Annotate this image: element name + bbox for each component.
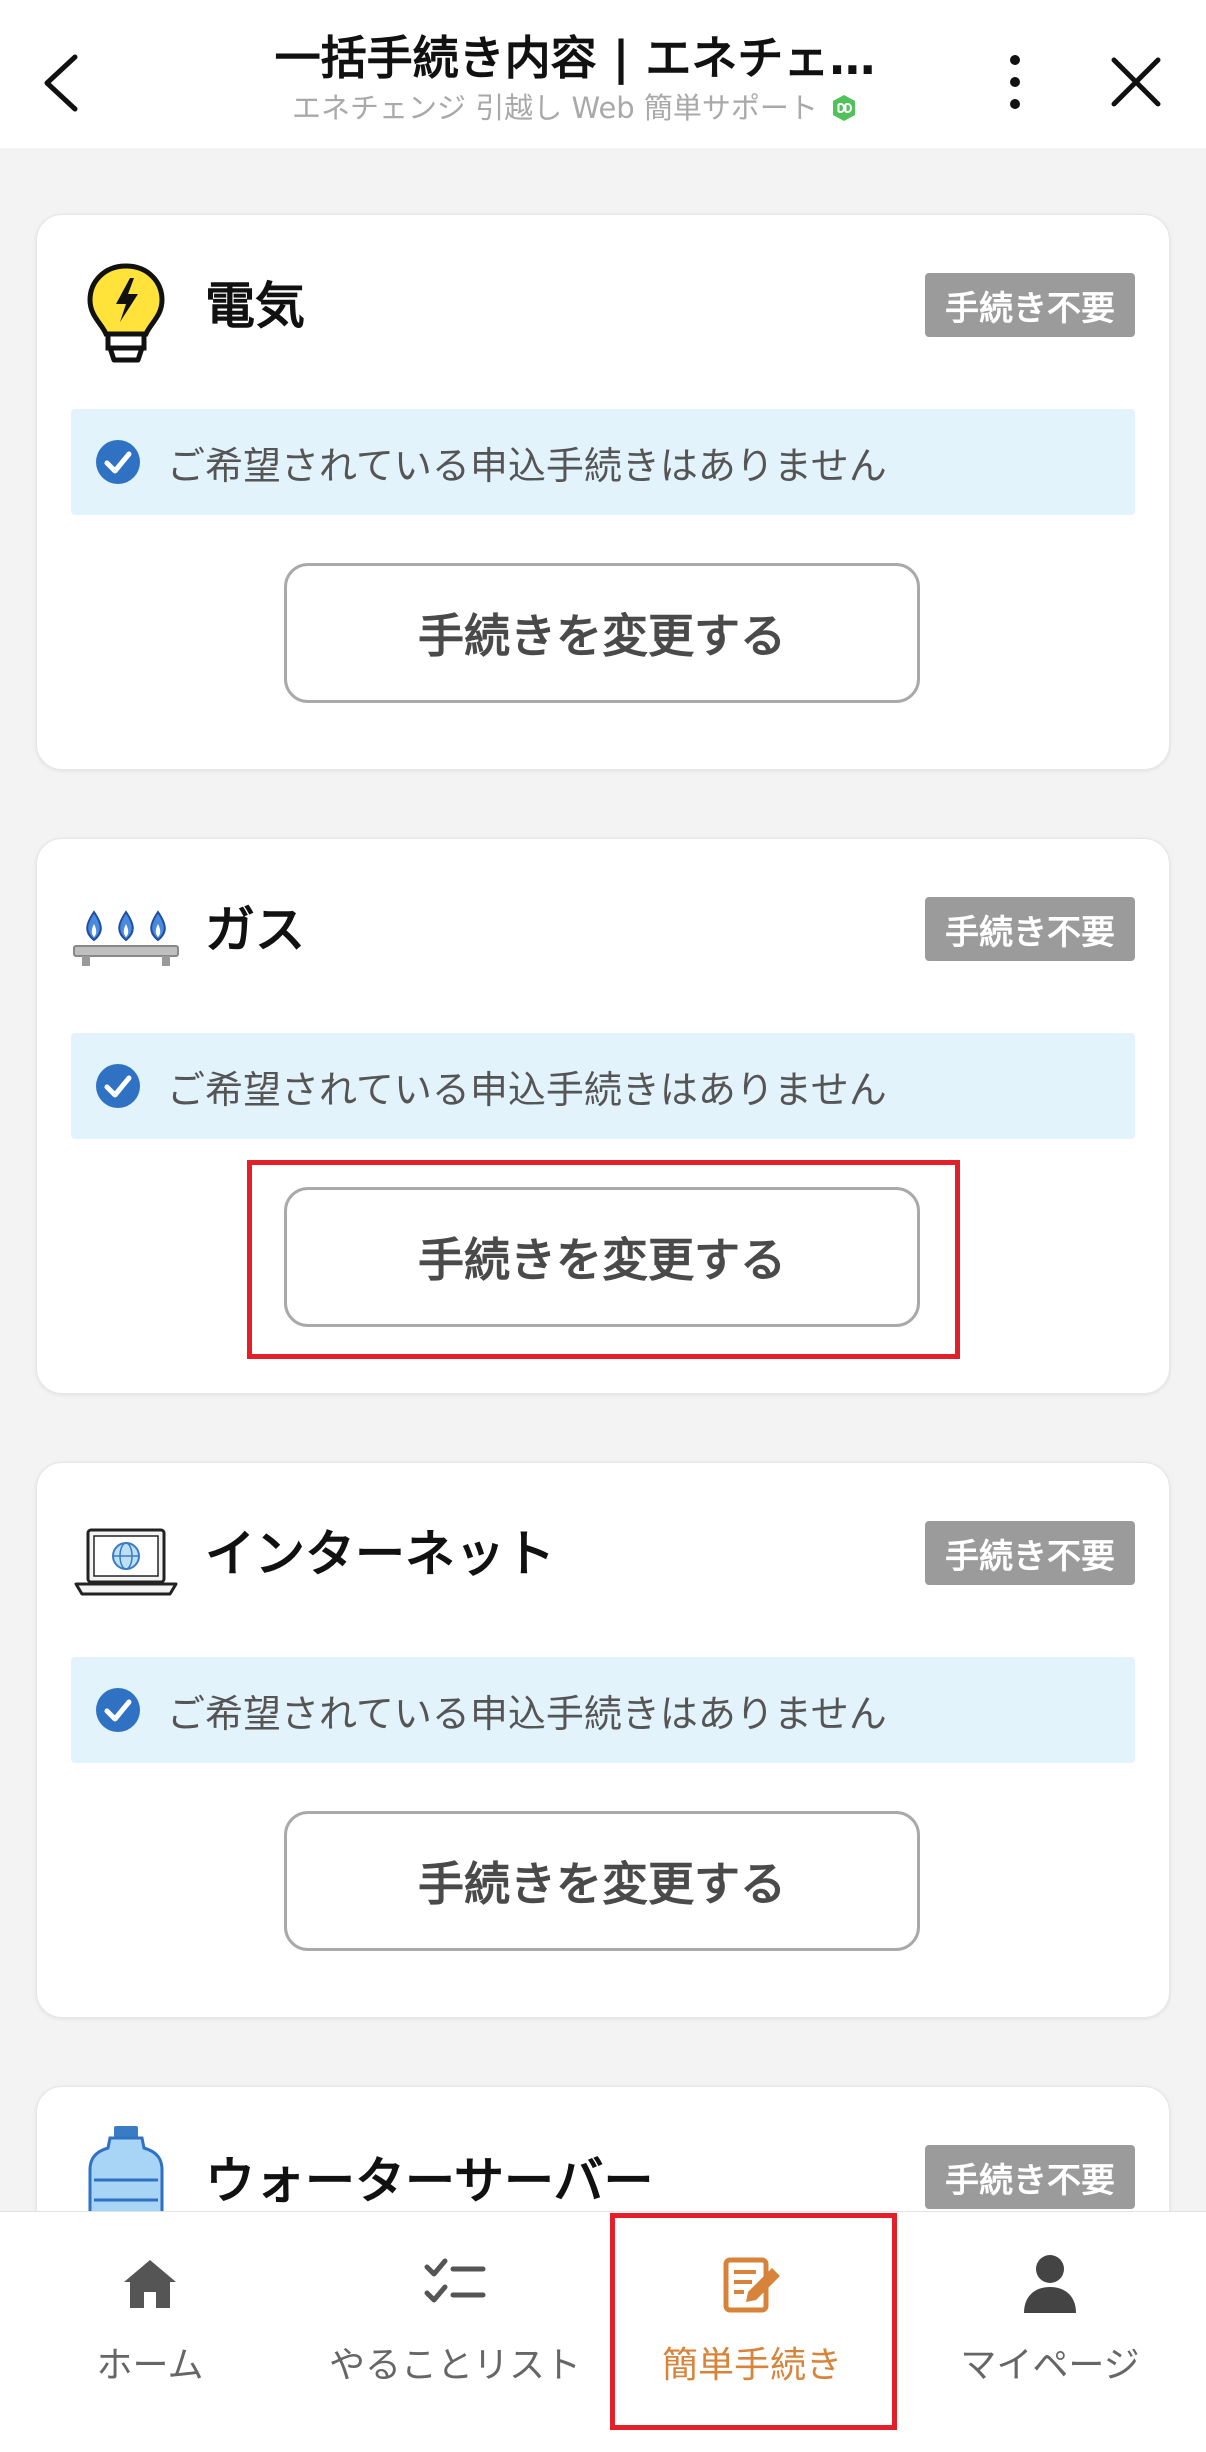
change-procedure-button[interactable]: 手続きを変更する xyxy=(284,1187,920,1327)
subtitle-text: エネチェンジ 引越し Web 簡単サポート xyxy=(292,91,818,125)
status-badge: 手続き不要 xyxy=(925,2145,1135,2209)
card-title: ガス xyxy=(205,901,305,959)
close-icon xyxy=(1111,57,1161,107)
check-circle-icon xyxy=(96,440,140,484)
check-circle-icon xyxy=(96,1064,140,1108)
back-button[interactable] xyxy=(26,38,96,128)
edit-document-icon xyxy=(720,2252,784,2316)
status-badge: 手続き不要 xyxy=(925,1521,1135,1585)
card-title: ウォーターサーバー xyxy=(205,2152,654,2210)
notice-text: ご希望されている申込手続きはありません xyxy=(167,1067,887,1112)
notice-box: ご希望されている申込手続きはありません xyxy=(71,1657,1135,1763)
procedure-card-gas: ガス 手続き不要 ご希望されている申込手続きはありません 手続きを変更する xyxy=(36,838,1170,1394)
page-title: 一括手続き内容 | エネチェ… xyxy=(274,31,876,85)
nav-label: やることリスト xyxy=(328,2345,581,2386)
person-icon xyxy=(1018,2252,1082,2316)
chevron-left-icon xyxy=(44,54,78,112)
more-options-button[interactable] xyxy=(980,44,1050,120)
checklist-icon xyxy=(423,2252,487,2316)
change-procedure-button[interactable]: 手続きを変更する xyxy=(284,1811,920,1951)
nav-item-my-page[interactable]: マイページ xyxy=(935,2212,1165,2432)
home-icon xyxy=(118,2252,182,2316)
laptop-icon xyxy=(71,1507,181,1617)
nav-label: ホーム xyxy=(96,2345,204,2386)
close-button[interactable] xyxy=(1098,44,1174,120)
procedure-card-internet: インターネット 手続き不要 ご希望されている申込手続きはありません 手続きを変更… xyxy=(36,1462,1170,2018)
bottom-navigation: ホーム やることリスト 簡単手続き マイページ xyxy=(0,2211,1206,2452)
page-subtitle: エネチェンジ 引越し Web 簡単サポート xyxy=(150,90,1000,126)
verified-badge-icon xyxy=(832,95,855,121)
change-procedure-button[interactable]: 手続きを変更する xyxy=(284,563,920,703)
status-badge: 手続き不要 xyxy=(925,273,1135,337)
card-title: 電気 xyxy=(205,277,305,335)
nav-item-home[interactable]: ホーム xyxy=(50,2212,250,2432)
gas-stove-icon xyxy=(71,883,181,993)
nav-item-easy-procedure[interactable]: 簡単手続き xyxy=(642,2212,862,2432)
app-header: 一括手続き内容 | エネチェ… エネチェンジ 引越し Web 簡単サポート xyxy=(0,0,1206,148)
notice-text: ご希望されている申込手続きはありません xyxy=(167,443,887,488)
check-circle-icon xyxy=(96,1688,140,1732)
notice-box: ご希望されている申込手続きはありません xyxy=(71,409,1135,515)
card-title: インターネット xyxy=(205,1525,555,1583)
notice-text: ご希望されている申込手続きはありません xyxy=(167,1691,887,1736)
status-badge: 手続き不要 xyxy=(925,897,1135,961)
nav-item-todo-list[interactable]: やることリスト xyxy=(310,2212,600,2432)
header-title-area: 一括手続き内容 | エネチェ… エネチェンジ 引越し Web 簡単サポート xyxy=(150,30,1000,126)
nav-label: マイページ xyxy=(960,2345,1140,2386)
more-vertical-icon xyxy=(1010,55,1020,109)
nav-label: 簡単手続き xyxy=(661,2345,842,2386)
notice-box: ご希望されている申込手続きはありません xyxy=(71,1033,1135,1139)
lightbulb-icon xyxy=(71,259,181,369)
procedure-card-electricity: 電気 手続き不要 ご希望されている申込手続きはありません 手続きを変更する xyxy=(36,214,1170,770)
